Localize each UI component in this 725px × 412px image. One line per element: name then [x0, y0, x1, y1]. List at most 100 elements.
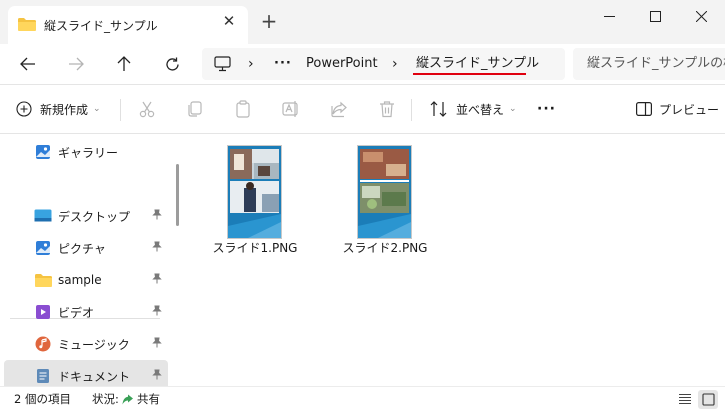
details-view-button[interactable]: [678, 392, 694, 408]
sidebar-item-pictures[interactable]: ピクチャ: [4, 232, 168, 264]
share-status: 共有: [137, 392, 160, 406]
music-icon: [34, 336, 52, 352]
pin-icon[interactable]: [152, 369, 164, 383]
sort-button[interactable]: 並べ替え ⌄: [430, 85, 517, 133]
pin-icon[interactable]: [152, 273, 164, 287]
large-icons-view-icon: [701, 393, 715, 406]
rename-icon: [282, 101, 298, 117]
sidebar-item-desktop[interactable]: デスクトップ: [4, 200, 168, 232]
preview-button-label: プレビュー: [659, 102, 720, 117]
close-icon[interactable]: ✕: [220, 12, 238, 30]
sort-button-label: 並べ替え: [456, 102, 505, 117]
pictures-icon: [34, 240, 52, 256]
trash-icon: [380, 101, 394, 118]
preview-pane-icon: [636, 102, 652, 116]
folder-icon: [18, 18, 36, 31]
preview-button[interactable]: プレビュー: [636, 85, 719, 133]
current-folder-underline: [413, 73, 526, 75]
plus-circle-icon: [16, 101, 32, 117]
arrow-left-icon: [20, 57, 35, 71]
navigation-bar: › ··· PowerPoint › 縦スライド_サンプル 縦スライド_サンプル…: [0, 44, 725, 84]
pin-icon[interactable]: [152, 305, 164, 319]
slide2-thumbnail: [358, 146, 411, 238]
sidebar-item-gallery[interactable]: ギャラリー: [4, 136, 168, 168]
tab-active[interactable]: 縦スライド_サンプル ✕: [8, 6, 248, 44]
chevron-down-icon: ⌄: [509, 104, 517, 114]
new-button-label: 新規作成: [40, 102, 89, 117]
plus-icon[interactable]: +: [258, 10, 280, 32]
toolbar-divider: [120, 99, 121, 121]
scissors-icon: [139, 101, 155, 118]
sidebar-item-label: ピクチャ: [58, 241, 106, 256]
back-button[interactable]: [14, 52, 42, 76]
maximize-button[interactable]: [632, 0, 678, 32]
gallery-icon: [34, 144, 52, 160]
item-count: 2 個の項目: [14, 392, 71, 406]
sidebar-item-label: ミュージック: [58, 337, 130, 352]
command-bar: 新規作成 ⌄ 並べ替え ⌄ ··· プレビュー: [0, 84, 725, 134]
details-view-icon: [679, 393, 691, 405]
sidebar-item-label: ギャラリー: [58, 145, 119, 160]
video-icon: [34, 304, 52, 320]
toolbar-divider: [411, 99, 412, 121]
pin-icon[interactable]: [152, 241, 164, 255]
search-box[interactable]: 縦スライド_サンプルの検索: [573, 48, 725, 80]
sidebar-item-sample[interactable]: sample: [4, 264, 168, 296]
sidebar-item-label: sample: [58, 273, 102, 287]
large-icons-view-button[interactable]: [698, 390, 718, 409]
file-name: スライド2.PNG: [342, 241, 428, 255]
clipboard-icon: [236, 100, 250, 118]
shared-icon: [121, 393, 134, 409]
sidebar-item-videos[interactable]: ビデオ: [4, 296, 168, 328]
refresh-button[interactable]: [158, 52, 186, 76]
share-icon: [331, 101, 347, 118]
navigation-pane: ギャラリー デスクトップ ピクチャ sample ビデオ ミュージック ドキュメ…: [0, 134, 168, 392]
chevron-right-icon: ›: [392, 56, 398, 72]
address-bar[interactable]: › ··· PowerPoint › 縦スライド_サンプル: [202, 48, 565, 80]
breadcrumb-current-folder[interactable]: 縦スライド_サンプル: [416, 48, 539, 80]
close-window-icon: [695, 10, 707, 22]
more-options-button[interactable]: ···: [537, 85, 556, 133]
sidebar-item-label: ビデオ: [58, 305, 95, 320]
breadcrumb-overflow[interactable]: ···: [274, 48, 292, 80]
computer-icon: [214, 56, 231, 72]
pin-icon[interactable]: [152, 209, 164, 223]
file-item[interactable]: スライド1.PNG: [210, 144, 300, 264]
arrow-right-icon: [69, 57, 84, 71]
pin-icon[interactable]: [152, 337, 164, 351]
copy-icon: [188, 101, 202, 117]
sidebar-item-label: デスクトップ: [58, 209, 131, 224]
chevron-right-icon: ›: [248, 56, 254, 72]
arrow-up-icon: [117, 56, 131, 71]
paste-button[interactable]: [234, 85, 252, 133]
share-button[interactable]: [330, 85, 348, 133]
folder-icon: [34, 272, 52, 288]
up-button[interactable]: [110, 52, 138, 76]
rename-button[interactable]: [282, 85, 300, 133]
minimize-icon: [603, 15, 615, 17]
minimize-button[interactable]: [586, 0, 632, 32]
chevron-down-icon: ⌄: [93, 104, 101, 114]
maximize-icon: [649, 10, 661, 22]
forward-button[interactable]: [62, 52, 90, 76]
file-item[interactable]: スライド2.PNG: [340, 144, 430, 264]
sidebar-item-music[interactable]: ミュージック: [4, 328, 168, 360]
copy-button[interactable]: [186, 85, 204, 133]
close-window-button[interactable]: [678, 0, 724, 32]
status-bar: 2 個の項目 状況: 共有: [0, 386, 725, 412]
documents-icon: [34, 368, 52, 384]
sidebar-scrollbar-thumb[interactable]: [176, 164, 179, 226]
slide1-thumbnail: [228, 146, 281, 238]
new-button[interactable]: 新規作成 ⌄: [16, 85, 101, 133]
breadcrumb-powerpoint[interactable]: PowerPoint: [306, 48, 378, 80]
title-bar: 縦スライド_サンプル ✕ +: [0, 0, 725, 44]
tab-title: 縦スライド_サンプル: [44, 19, 158, 33]
delete-button[interactable]: [378, 85, 396, 133]
status-label: 状況:: [92, 392, 119, 406]
cut-button[interactable]: [138, 85, 156, 133]
sort-icon: [430, 101, 447, 117]
search-placeholder: 縦スライド_サンプルの検索: [587, 56, 725, 71]
sidebar-item-label: ドキュメント: [58, 369, 131, 384]
refresh-icon: [165, 57, 179, 71]
file-name: スライド1.PNG: [212, 241, 298, 255]
